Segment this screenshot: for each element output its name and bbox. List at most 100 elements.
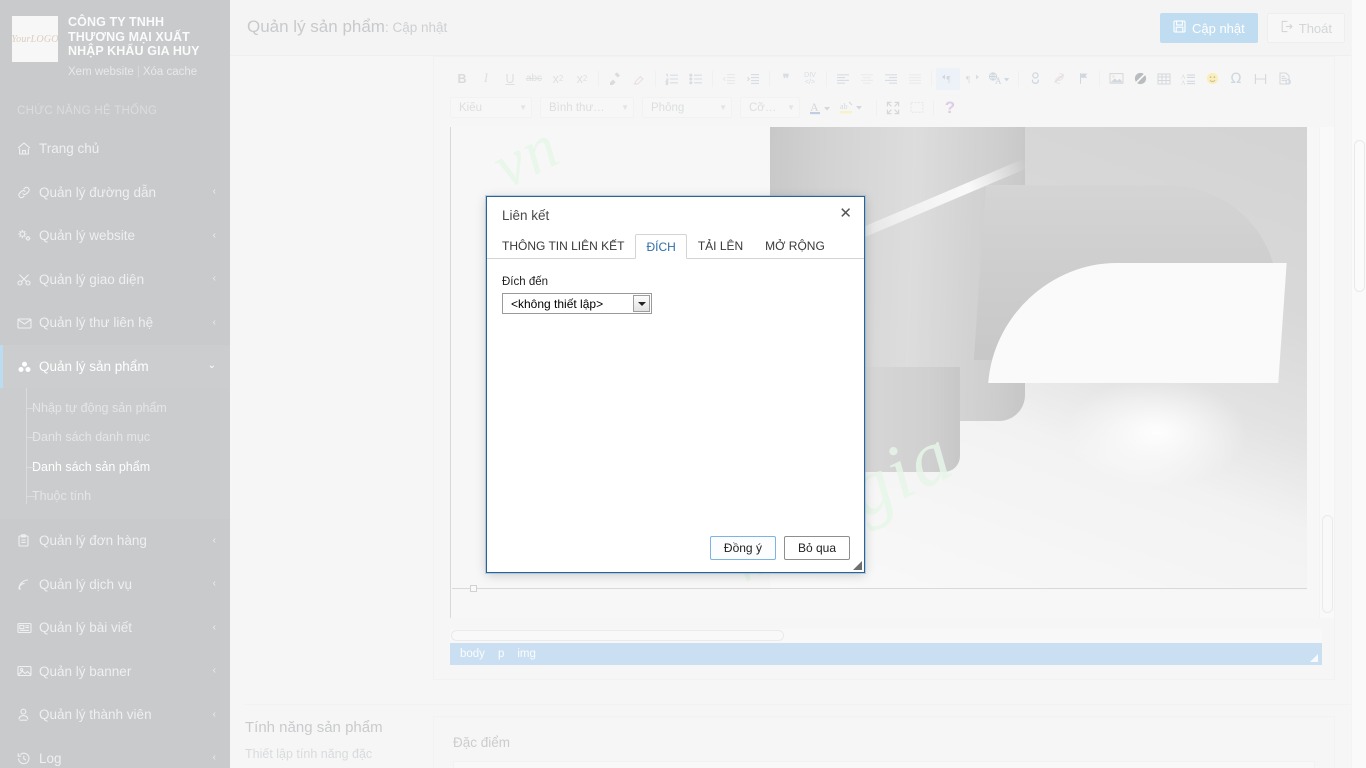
logo: YourLOGO [11,16,58,62]
editor-vertical-scrollbar[interactable] [1319,127,1334,618]
templates-icon[interactable] [1272,68,1296,90]
strikethrough-icon[interactable]: abc [522,68,546,90]
history-icon [17,752,39,765]
horizontal-rule-icon[interactable]: AA [1176,68,1200,90]
maximize-icon[interactable] [881,97,905,119]
text-direction-rtl-icon[interactable]: ¶ [960,68,984,90]
about-icon[interactable]: ? [938,97,962,119]
align-center-icon[interactable] [855,68,879,90]
anchor-icon[interactable] [1071,68,1095,90]
exit-button[interactable]: Thoát [1266,13,1345,43]
sidebar-item-quan-ly-bai-viet[interactable]: Quản lý bài viết ‹ [0,606,230,650]
chevron-icon: ‹ [212,752,216,764]
table-icon[interactable] [1152,68,1176,90]
element-path-item[interactable]: img [517,648,536,660]
smiley-icon[interactable] [1200,68,1224,90]
bulleted-list-icon[interactable] [684,68,708,90]
tab-tai-len[interactable]: Tải lên [687,233,754,258]
sidebar-item-quan-ly-don-hang[interactable]: Quản lý đơn hàng ‹ [0,519,230,563]
superscript-icon[interactable]: x2 [570,68,594,90]
editor-horizontal-scrollbar[interactable] [450,629,1322,643]
cancel-button[interactable]: Bỏ qua [783,536,850,560]
sidebar-item-quan-ly-san-pham[interactable]: Quản lý sản phẩm ⌄ [0,344,230,388]
outdent-icon[interactable] [717,68,741,90]
toolbar-separator [1018,70,1019,87]
tab-mo-rong[interactable]: Mở rộng [754,233,836,258]
chevron-down-icon: ▼ [787,103,795,112]
copy-formatting-icon[interactable] [627,68,651,90]
target-field-label: Đích đến [502,276,549,288]
editor-resize-grip[interactable] [1310,654,1318,662]
bold-icon[interactable]: B [450,68,474,90]
tab-thong-tin-lien-ket[interactable]: Thông tin liên kết [487,233,635,258]
chevron-icon: ‹ [212,665,216,677]
sidebar-subitem-danh-sach-san-pham[interactable]: Danh sách sản phẩm [0,452,230,482]
align-justify-icon[interactable] [903,68,927,90]
sidebar-item-quan-ly-dich-vu[interactable]: Quản lý dịch vụ ‹ [0,563,230,607]
sidebar-item-quan-ly-duong-dan[interactable]: Quản lý đường dẫn ‹ [0,171,230,215]
target-select[interactable]: <không thiết lập> [502,293,652,314]
chevron-icon: ‹ [212,621,216,633]
numbered-list-icon[interactable] [660,68,684,90]
chevron-down-icon[interactable] [633,295,650,312]
element-path-item[interactable]: p [498,648,504,660]
create-div-icon[interactable]: DIV </> [798,68,822,90]
editor-toolbar: B I U abc x2 x2 ❞ DIV </> ¶ ¶ A A A Ω Ki… [450,64,1318,125]
image-resize-handle[interactable] [470,585,477,592]
close-icon[interactable]: ✕ [839,206,852,221]
sidebar: YourLOGO CÔNG TY TNHH THƯƠNG MẠI XUẤT NH… [0,0,230,768]
background-color-icon[interactable]: ab [838,97,870,119]
image-icon[interactable] [1104,68,1128,90]
page-scrollbar[interactable] [1351,0,1366,768]
sidebar-item-log[interactable]: Log ‹ [0,737,230,768]
blockquote-icon[interactable]: ❞ [774,68,798,90]
language-icon[interactable]: A [984,68,1014,90]
save-button[interactable]: Cập nhật [1159,13,1258,43]
sidebar-item-trang-chu[interactable]: Trang chủ [0,127,230,171]
subscript-icon[interactable]: x2 [546,68,570,90]
sidebar-item-quan-ly-thanh-vien[interactable]: Quản lý thành viên ‹ [0,693,230,737]
ok-button[interactable]: Đồng ý [709,536,776,560]
indent-icon[interactable] [741,68,765,90]
sidebar-subitem-danh-sach-danh-muc[interactable]: Danh sách danh mục [0,423,230,453]
show-blocks-icon[interactable] [905,97,929,119]
sidebar-subitem-nhap-tu-dong[interactable]: Nhập tự động sản phẩm [0,393,230,423]
toolbar-separator [1099,70,1100,87]
clear-cache-link[interactable]: Xóa cache [143,66,197,78]
align-right-icon[interactable] [879,68,903,90]
brand-links: Xem website | Xóa cache [68,66,218,78]
view-website-link[interactable]: Xem website [68,66,134,78]
font-combo[interactable]: Phông ▼ [642,97,732,118]
page-title-main: Quản lý sản phẩm [247,17,385,36]
flash-icon[interactable] [1128,68,1152,90]
sidebar-subitem-thuoc-tinh[interactable]: Thuộc tính [0,482,230,512]
link-icon[interactable] [1023,68,1047,90]
brand-block[interactable]: YourLOGO CÔNG TY TNHH THƯƠNG MẠI XUẤT NH… [0,0,230,95]
page-break-icon[interactable] [1248,68,1272,90]
chevron-icon: ‹ [212,708,216,720]
fontsize-combo[interactable]: Cỡ… ▼ [740,97,800,118]
sidebar-item-quan-ly-banner[interactable]: Quản lý banner ‹ [0,650,230,694]
editor-vertical-scroll-thumb[interactable] [1322,515,1333,613]
align-left-icon[interactable] [831,68,855,90]
sidebar-item-quan-ly-thu-lien-he[interactable]: Quản lý thư liên hệ ‹ [0,301,230,345]
dialog-resize-grip[interactable] [853,561,862,570]
text-direction-ltr-icon[interactable]: ¶ [936,67,960,90]
sidebar-item-quan-ly-giao-dien[interactable]: Quản lý giao diện ‹ [0,258,230,302]
chevron-icon: ‹ [212,273,216,285]
special-character-icon[interactable]: Ω [1224,68,1248,90]
tab-dich[interactable]: Đích [635,234,687,259]
text-color-icon[interactable]: A [808,97,838,119]
unlink-icon[interactable] [1047,68,1071,90]
editor-horizontal-scroll-thumb[interactable] [451,630,784,641]
feature-field-input[interactable] [453,761,1315,768]
sidebar-item-quan-ly-website[interactable]: Quản lý website ‹ [0,214,230,258]
underline-icon[interactable]: U [498,68,522,90]
format-combo[interactable]: Bình thư… ▼ [540,97,634,118]
remove-format-icon[interactable] [603,68,627,90]
toolbar-separator [769,70,770,87]
element-path-item[interactable]: body [460,648,485,660]
italic-icon[interactable]: I [474,68,498,90]
styles-combo[interactable]: Kiểu ▼ [450,97,532,118]
page-scroll-thumb[interactable] [1354,140,1365,292]
